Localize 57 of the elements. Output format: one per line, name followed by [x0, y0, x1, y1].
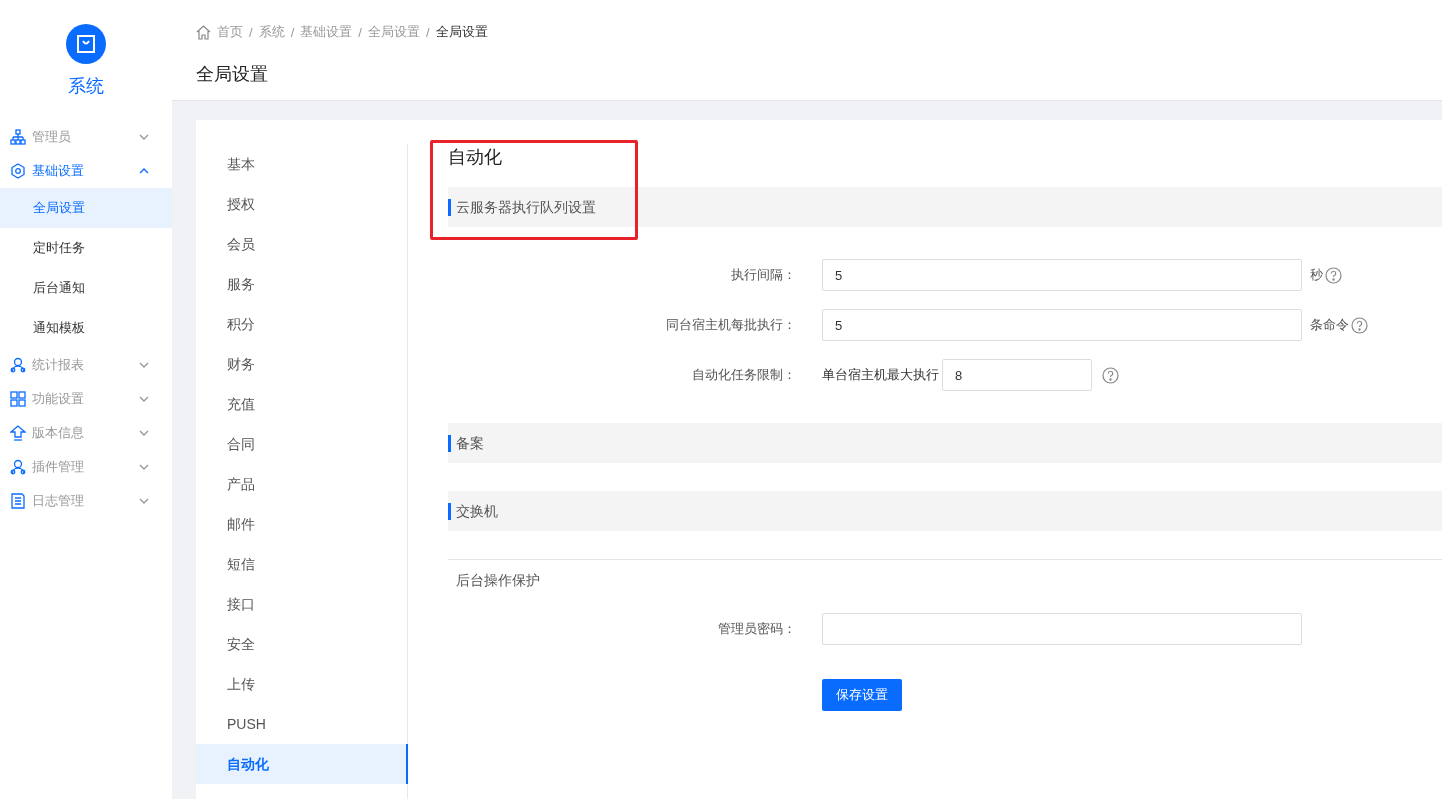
- settings-tab[interactable]: 基本: [196, 144, 407, 184]
- sidebar-subitem[interactable]: 通知模板: [0, 308, 172, 348]
- field-label: 自动化任务限制：: [691, 366, 796, 384]
- settings-tab[interactable]: 服务: [196, 264, 407, 304]
- section-title: 后台操作保护: [455, 571, 541, 589]
- sidebar-item[interactable]: 基础设置: [0, 154, 172, 188]
- unit-label: 条命令: [1310, 316, 1349, 334]
- section-header: 备案: [448, 423, 1442, 463]
- settings-tab[interactable]: 积分: [196, 304, 407, 344]
- settings-tab[interactable]: 产品: [196, 464, 407, 504]
- help-icon[interactable]: [1325, 266, 1342, 284]
- settings-tab[interactable]: PUSH: [196, 704, 407, 744]
- save-button[interactable]: 保存设置: [822, 679, 902, 711]
- settings-tab[interactable]: 合同: [196, 424, 407, 464]
- org-chart-icon: [10, 129, 26, 145]
- unit-label: 秒: [1310, 266, 1323, 284]
- settings-tab[interactable]: 短信: [196, 544, 407, 584]
- breadcrumb-separator: /: [425, 24, 430, 40]
- breadcrumb-separator: /: [290, 24, 295, 40]
- settings-tab[interactable]: 充值: [196, 384, 407, 424]
- settings-tab[interactable]: 授权: [196, 184, 407, 224]
- upload-icon: [10, 425, 26, 441]
- input-field[interactable]: 8: [942, 359, 1092, 391]
- help-icon[interactable]: [1351, 316, 1368, 334]
- home-icon[interactable]: [196, 24, 211, 40]
- page-title: 全局设置: [196, 63, 269, 86]
- settings-tab[interactable]: 邮件: [196, 504, 407, 544]
- section-header: 交换机: [448, 491, 1442, 531]
- people-icon: [10, 459, 26, 475]
- logo-icon: [66, 24, 106, 64]
- input-field[interactable]: [822, 613, 1302, 645]
- app-title: 系统: [68, 75, 104, 98]
- sidebar-subitem[interactable]: 后台通知: [0, 268, 172, 308]
- settings-tab[interactable]: 上传: [196, 664, 407, 704]
- panel-title: 自动化: [448, 146, 503, 168]
- field-label: 同台宿主机每批执行：: [665, 316, 796, 334]
- grid-icon: [10, 391, 26, 407]
- field-label: 管理员密码：: [717, 620, 796, 638]
- breadcrumb-link[interactable]: 全局设置: [435, 23, 488, 41]
- help-icon[interactable]: [1102, 366, 1119, 384]
- settings-icon: [10, 163, 26, 179]
- input-field[interactable]: 5: [822, 259, 1302, 291]
- field-prefix: 单台宿主机最大执行: [822, 366, 939, 384]
- breadcrumb-separator: /: [249, 24, 253, 40]
- settings-tab[interactable]: 安全: [196, 624, 407, 664]
- document-icon: [10, 493, 26, 509]
- settings-tab[interactable]: 财务: [196, 344, 407, 384]
- breadcrumb-separator: /: [358, 24, 362, 40]
- settings-tab[interactable]: 自动化: [196, 744, 408, 784]
- sidebar-subitem[interactable]: 全局设置: [0, 188, 172, 228]
- section-header: 云服务器执行队列设置: [448, 187, 1442, 227]
- people-icon: [10, 357, 26, 373]
- settings-tab[interactable]: 会员: [196, 224, 407, 264]
- input-field[interactable]: 5: [822, 309, 1302, 341]
- field-label: 执行间隔：: [730, 266, 796, 284]
- settings-tab[interactable]: 接口: [196, 584, 407, 624]
- sidebar-subitem[interactable]: 定时任务: [0, 228, 172, 268]
